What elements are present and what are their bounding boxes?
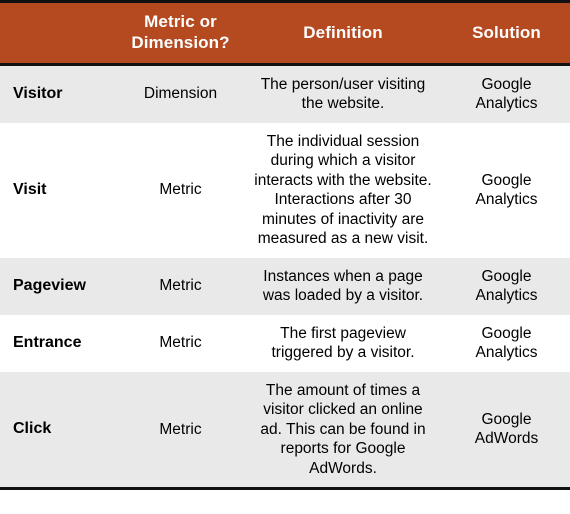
cell-solution: Google Analytics: [443, 122, 570, 258]
cell-metric-or-dimension: Metric: [118, 257, 243, 315]
cell-definition: Instances when a page was loaded by a vi…: [243, 257, 443, 315]
cell-metric-or-dimension: Metric: [118, 314, 243, 372]
column-header-term: [0, 0, 118, 66]
cell-metric-or-dimension: Dimension: [118, 64, 243, 123]
cell-solution: Google Analytics: [443, 257, 570, 315]
table-header-row: Metric or Dimension? Definition Solution: [0, 0, 570, 66]
table-header: Metric or Dimension? Definition Solution: [0, 0, 570, 66]
cell-term: Entrance: [0, 314, 118, 372]
cell-definition: The person/user visiting the website.: [243, 64, 443, 123]
table-row: Pageview Metric Instances when a page wa…: [0, 257, 570, 315]
cell-solution: Google Analytics: [443, 314, 570, 372]
cell-definition: The amount of times a visitor clicked an…: [243, 371, 443, 491]
column-header-metric-or-dimension: Metric or Dimension?: [118, 0, 243, 66]
cell-term: Visit: [0, 122, 118, 258]
metrics-dimensions-table: Metric or Dimension? Definition Solution…: [0, 0, 570, 491]
cell-definition: The first pageview triggered by a visito…: [243, 314, 443, 372]
table-row: Visitor Dimension The person/user visiti…: [0, 64, 570, 123]
cell-solution: Google Analytics: [443, 64, 570, 123]
cell-term: Pageview: [0, 257, 118, 315]
table-body: Visitor Dimension The person/user visiti…: [0, 64, 570, 491]
column-header-definition: Definition: [243, 0, 443, 66]
table-container: Metric or Dimension? Definition Solution…: [0, 0, 570, 491]
cell-metric-or-dimension: Metric: [118, 122, 243, 258]
table-row: Entrance Metric The first pageview trigg…: [0, 314, 570, 372]
cell-term: Visitor: [0, 64, 118, 123]
table-row: Click Metric The amount of times a visit…: [0, 371, 570, 491]
cell-metric-or-dimension: Metric: [118, 371, 243, 491]
cell-term: Click: [0, 371, 118, 491]
cell-definition: The individual session during which a vi…: [243, 122, 443, 258]
cell-solution: Google AdWords: [443, 371, 570, 491]
table-row: Visit Metric The individual session duri…: [0, 122, 570, 258]
column-header-solution: Solution: [443, 0, 570, 66]
